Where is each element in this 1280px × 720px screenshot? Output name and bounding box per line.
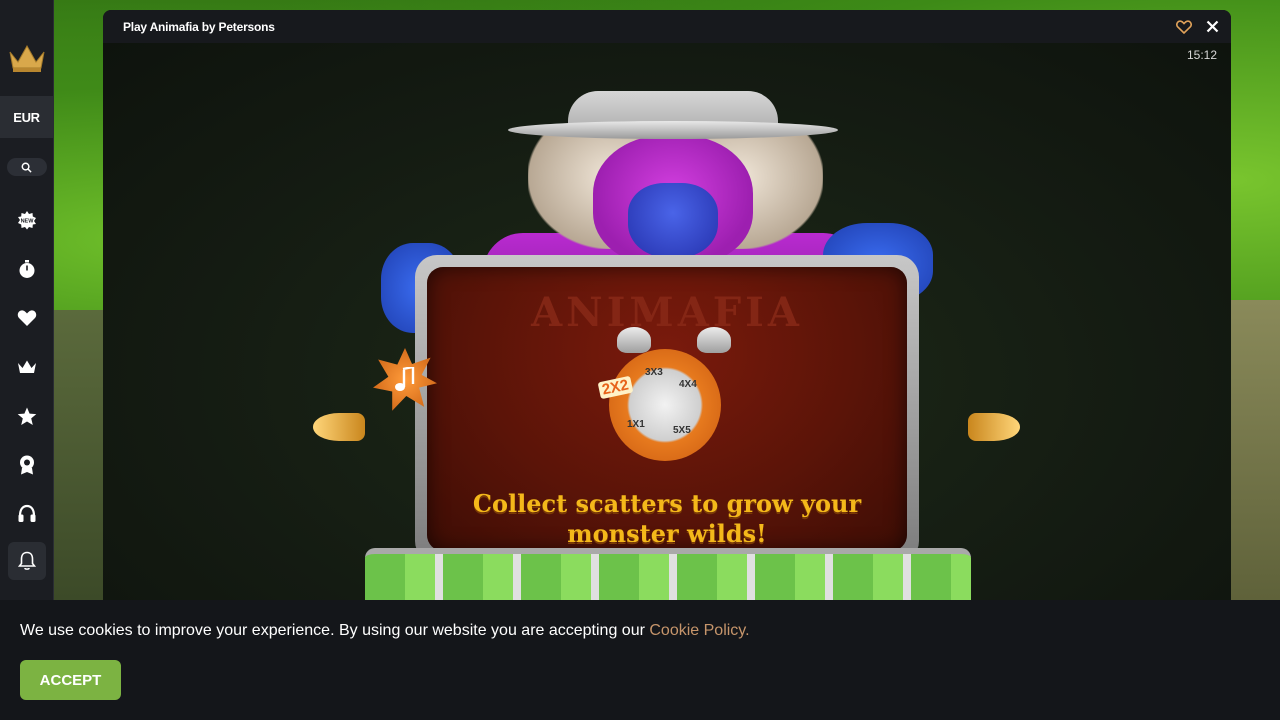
alarm-bell-left bbox=[617, 327, 651, 353]
hat-brim bbox=[508, 121, 838, 139]
headset-icon bbox=[18, 504, 35, 522]
game-title: Play Animafia by Petersons bbox=[123, 19, 275, 34]
bell-icon bbox=[17, 551, 36, 570]
briefcase-panel: ANIMAFIA 3X3 4X4 5X5 1X1 2X2 Collect sca… bbox=[427, 267, 907, 551]
cookie-banner: We use cookies to improve your experienc… bbox=[0, 600, 1280, 720]
new-badge-icon: NEW bbox=[17, 211, 36, 230]
dial-label-3x3: 3X3 bbox=[645, 367, 663, 378]
cash-stacks bbox=[365, 548, 971, 600]
promo-caption-line2: monster wilds! bbox=[567, 519, 767, 548]
sidebar-item-vip[interactable] bbox=[9, 349, 45, 385]
alarm-bell-right bbox=[697, 327, 731, 353]
dial-label-5x5: 5X5 bbox=[673, 425, 691, 436]
star-icon bbox=[17, 407, 36, 425]
heart-icon bbox=[17, 310, 36, 326]
music-note-icon bbox=[395, 367, 415, 391]
cookie-message: We use cookies to improve your experienc… bbox=[20, 622, 750, 640]
sidebar-nav: NEW bbox=[7, 202, 46, 580]
sidebar-item-recent[interactable] bbox=[9, 251, 45, 287]
crown-icon bbox=[17, 360, 36, 373]
promo-caption-line1: Collect scatters to grow your bbox=[472, 489, 862, 518]
notifications-button[interactable] bbox=[7, 542, 46, 580]
cookie-policy-link[interactable]: Cookie Policy. bbox=[649, 622, 749, 639]
search-button[interactable] bbox=[6, 158, 47, 176]
gorilla-muzzle bbox=[628, 183, 718, 258]
game-clock: 15:12 bbox=[1186, 48, 1217, 62]
sidebar-item-new[interactable]: NEW bbox=[9, 202, 45, 238]
header-actions bbox=[1176, 19, 1219, 34]
svg-text:NEW: NEW bbox=[20, 219, 34, 225]
bullet-right bbox=[968, 413, 1020, 441]
currency-selector[interactable]: EUR bbox=[0, 96, 54, 138]
dial-label-1x1: 1X1 bbox=[627, 419, 645, 430]
crown-logo-icon[interactable] bbox=[7, 42, 47, 74]
briefcase: ANIMAFIA 3X3 4X4 5X5 1X1 2X2 Collect sca… bbox=[415, 255, 919, 563]
sidebar-item-favorites[interactable] bbox=[9, 300, 45, 336]
stopwatch-icon bbox=[19, 260, 34, 278]
sidebar-item-top[interactable] bbox=[9, 398, 45, 434]
alarm-clock-dial: 3X3 4X4 5X5 1X1 bbox=[609, 349, 721, 461]
sidebar-item-support[interactable] bbox=[9, 496, 45, 532]
sidebar: EUR NEW bbox=[0, 0, 54, 600]
heart-outline-icon[interactable] bbox=[1176, 19, 1192, 34]
bullet-left bbox=[313, 413, 365, 441]
promo-caption: Collect scatters to grow your monster wi… bbox=[427, 489, 907, 549]
game-canvas[interactable]: 15:12 ANIMAFIA 3X3 4X4 5X5 1X1 2X2 Colle… bbox=[103, 43, 1231, 600]
award-icon bbox=[19, 455, 34, 475]
accept-cookies-button[interactable]: ACCEPT bbox=[20, 660, 121, 700]
search-icon bbox=[21, 162, 32, 173]
modal-header: Play Animafia by Petersons bbox=[103, 10, 1231, 43]
game-modal: Play Animafia by Petersons 15:12 ANIMAFI… bbox=[103, 10, 1231, 600]
dial-label-4x4: 4X4 bbox=[679, 379, 697, 390]
sidebar-item-tournaments[interactable] bbox=[9, 447, 45, 483]
game-logo-watermark: ANIMAFIA bbox=[531, 289, 803, 336]
cookie-text: We use cookies to improve your experienc… bbox=[20, 622, 645, 639]
right-scenery bbox=[1228, 300, 1280, 600]
close-icon[interactable] bbox=[1206, 20, 1219, 33]
